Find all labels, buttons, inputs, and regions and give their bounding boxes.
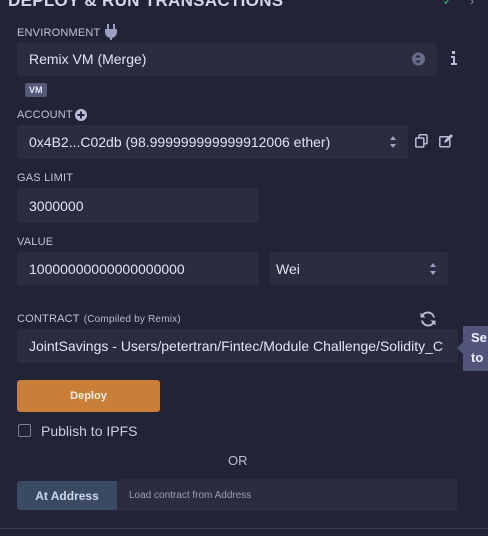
account-select[interactable]: 0x4B2...C02db (98.999999999999912006 eth… [17,125,408,159]
contract-label-row: CONTRACT (Compiled by Remix) [17,313,181,325]
deploy-button[interactable]: Deploy [17,380,160,412]
environment-label: ENVIRONMENT [17,27,101,39]
vm-badge: VM [25,83,47,97]
header-icons: ✓ › [443,0,474,8]
contract-sublabel: (Compiled by Remix) [83,314,181,325]
or-divider: OR [228,453,248,468]
unit-value: Wei [276,261,300,277]
contract-label: CONTRACT [17,313,80,325]
gas-limit-input[interactable]: 3000000 [17,188,259,223]
tooltip-line-2: to [471,350,484,365]
panel-title: DEPLOY & RUN TRANSACTIONS [8,0,284,10]
account-label: ACCOUNT [17,109,73,121]
value-amount: 10000000000000000000 [29,261,185,277]
tooltip-line-1: Se [471,330,487,345]
edit-icon[interactable] [439,134,453,153]
select-arrows-icon [389,136,398,148]
value-label: VALUE [17,236,54,248]
publish-ipfs-label: Publish to IPFS [41,423,138,439]
info-icon[interactable] [448,50,460,71]
account-value: 0x4B2...C02db (98.999999999999912006 eth… [29,134,331,150]
unit-select[interactable]: Wei [270,252,448,286]
environment-value: Remix VM (Merge) [29,51,147,67]
environment-select[interactable]: Remix VM (Merge) [17,42,437,76]
plus-circle-icon[interactable] [75,108,87,126]
tooltip: Se to [463,326,488,371]
gas-limit-value: 3000000 [29,197,84,214]
copy-icon[interactable] [415,134,428,153]
check-icon[interactable]: ✓ [443,0,453,8]
publish-ipfs-checkbox[interactable] [18,424,31,437]
address-input[interactable]: Load contract from Address [117,479,457,511]
select-arrows-icon [412,52,425,66]
chevron-right-icon[interactable]: › [470,0,474,8]
address-placeholder: Load contract from Address [129,489,252,501]
bottom-divider [0,528,488,529]
contract-value: JointSavings - Users/petertran/Fintec/Mo… [29,338,443,354]
value-input[interactable]: 10000000000000000000 [17,252,259,286]
gas-limit-label: GAS LIMIT [17,172,74,184]
at-address-button[interactable]: At Address [17,481,117,510]
select-arrows-icon [429,263,438,275]
contract-select[interactable]: JointSavings - Users/petertran/Fintec/Mo… [17,329,458,363]
